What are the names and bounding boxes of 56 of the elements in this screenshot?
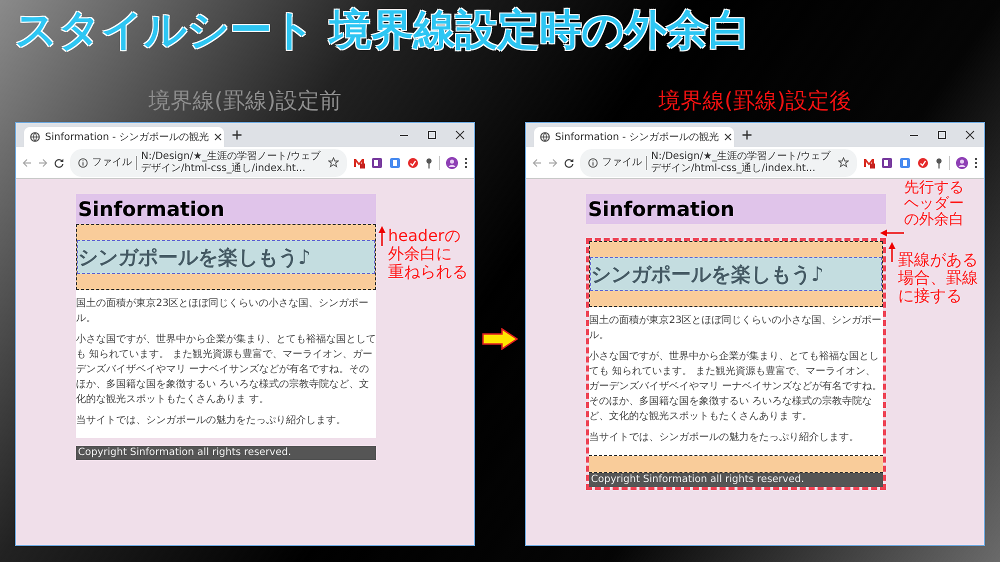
paragraph: 小さな国ですが、世界中から企業が集まり、とても裕福な国としても 知られています。 また観光資源も豊富で、マーライオン、ガーデンズバイザベイやマリ ーナベイサンズなどが有名ですね。そのほか、多国籍な国を象徴するい ろいろな様式の宗教寺院など、文化的な観光スポットもたくさんありま す。 <box>76 332 376 407</box>
globe-icon <box>30 132 40 142</box>
close-icon[interactable] <box>965 130 975 140</box>
right-arrow-icon <box>482 328 518 350</box>
slide-title: スタイルシート 境界線設定時の外余白 <box>15 4 751 56</box>
info-icon <box>78 158 88 168</box>
mail-extension-icon[interactable] <box>863 156 875 168</box>
panel-caption: 境界線(罫線)設定後 <box>658 88 852 116</box>
notebook-extension-icon[interactable] <box>371 156 383 168</box>
circle-extension-icon[interactable] <box>917 156 929 168</box>
pin-extension-icon[interactable] <box>425 156 433 168</box>
circle-extension-icon[interactable] <box>407 156 419 168</box>
paragraph: 小さな国ですが、世界中から企業が集まり、とても裕福な国としても 知られています。 また観光資源も豊富で、マーライオン、ガーデンズバイザベイやマリ ーナベイサンズなどが有名ですね。そのほか、多国籍な国を象徴するい ろいろな様式の宗教寺院など、文化的な観光スポットもたくさんありま す。 <box>589 350 883 424</box>
annotation-text: headerの 外余白に 重ねられる <box>388 227 468 281</box>
globe-icon <box>540 132 550 142</box>
menu-icon[interactable] <box>974 156 978 168</box>
browser-tab[interactable]: Sinformation - シンガポールの観光 <box>24 127 224 147</box>
footer-bar: Copyright Sinformation all rights reserved. <box>589 473 883 487</box>
reload-icon[interactable] <box>54 158 64 168</box>
new-tab-icon[interactable] <box>742 130 752 140</box>
paragraph: 当サイトでは、シンガポールの魅力をたっぷり紹介します。 <box>589 430 860 445</box>
site-title: Sinformation <box>76 194 376 224</box>
annotation-text: 先行する ヘッダー の外余白 <box>904 179 964 227</box>
maximize-icon[interactable] <box>937 130 947 140</box>
reload-icon[interactable] <box>564 158 574 168</box>
panel-caption: 境界線(罫線)設定前 <box>148 88 342 116</box>
paragraph: 当サイトでは、シンガポールの魅力をたっぷり紹介します。 <box>76 414 347 428</box>
document-extension-icon[interactable] <box>899 156 911 168</box>
address-bar[interactable]: ファイル N:/Design/★_生涯の学習ノート/ウェブデザイン/html-css_通し/index.ht... <box>580 148 857 176</box>
mail-extension-icon[interactable] <box>353 156 365 168</box>
document-extension-icon[interactable] <box>389 156 401 168</box>
star-icon[interactable] <box>838 157 849 168</box>
site-title: Sinformation <box>586 194 886 224</box>
page-heading: シンガポールを楽しもう♪ <box>77 240 375 274</box>
up-arrow-icon <box>888 242 896 262</box>
address-bar[interactable]: ファイル N:/Design/★_生涯の学習ノート/ウェブデザイン/html-css_通し/index.ht... <box>70 148 347 176</box>
menu-icon[interactable] <box>464 156 468 168</box>
footer-bar: Copyright Sinformation all rights reserved. <box>76 446 376 460</box>
notebook-extension-icon[interactable] <box>881 156 893 168</box>
paragraph: 国土の面積が東京23区とほぼ同じくらいの小さな国、シンガポール。 <box>589 314 883 343</box>
star-icon[interactable] <box>328 157 339 168</box>
close-icon[interactable] <box>724 133 732 141</box>
left-arrow-icon <box>880 229 904 237</box>
close-icon[interactable] <box>455 130 465 140</box>
up-arrow-icon <box>378 226 386 246</box>
browser-tab[interactable]: Sinformation - シンガポールの観光 <box>534 127 734 147</box>
avatar-icon[interactable] <box>446 156 458 168</box>
avatar-icon[interactable] <box>956 156 968 168</box>
new-tab-icon[interactable] <box>232 130 242 140</box>
maximize-icon[interactable] <box>427 130 437 140</box>
paragraph: 国土の面積が東京23区とほぼ同じくらいの小さな国、シンガポール。 <box>76 296 370 326</box>
pin-extension-icon[interactable] <box>935 156 943 168</box>
annotation-text: 罫線がある 場合、罫線 に接する <box>898 251 978 305</box>
close-icon[interactable] <box>214 133 222 141</box>
info-icon <box>588 158 598 168</box>
page-heading: シンガポールを楽しもう♪ <box>590 257 882 291</box>
